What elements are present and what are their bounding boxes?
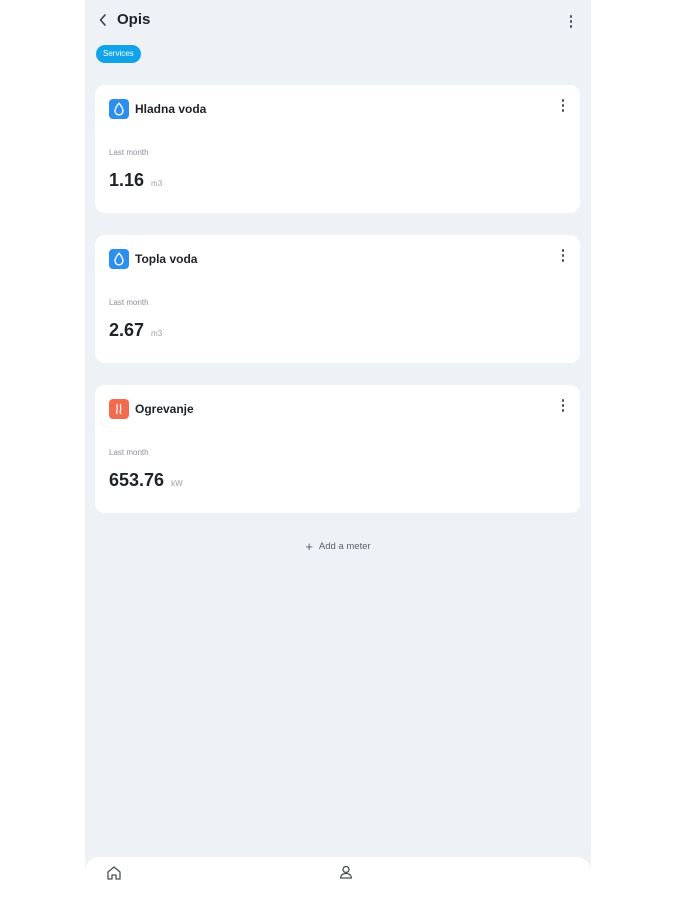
meter-name: Ogrevanje: [135, 402, 194, 416]
plus-icon: +: [305, 539, 313, 554]
period-label: Last month: [109, 148, 149, 157]
add-meter-button[interactable]: + Add a meter: [85, 540, 591, 553]
card-more-options-icon[interactable]: [558, 99, 568, 115]
page: Opis Serviсes Hladna voda Last month 1.1…: [0, 0, 675, 900]
back-arrow-icon[interactable]: [95, 11, 111, 29]
more-options-icon[interactable]: [567, 15, 575, 31]
services-tag[interactable]: Serviсes: [96, 45, 141, 63]
profile-icon[interactable]: [337, 863, 355, 881]
meter-card-topla-voda[interactable]: Topla voda Last month 2.67 m3: [95, 235, 580, 363]
meter-value: 653.76: [109, 470, 165, 490]
meter-name: Hladna voda: [135, 102, 207, 116]
period-label: Last month: [109, 448, 149, 457]
reading: 2.67 m3: [109, 320, 162, 341]
meter-card-ogrevanje[interactable]: Ogrevanje Last month 653.76 kW: [95, 385, 580, 513]
header: Opis: [85, 0, 591, 42]
app-screen: Opis Serviсes Hladna voda Last month 1.1…: [85, 0, 591, 900]
water-drop-icon: [109, 249, 129, 269]
card-more-options-icon[interactable]: [558, 249, 568, 265]
reading: 1.16 m3: [109, 170, 162, 191]
page-title: Opis: [117, 11, 151, 28]
meter-value: 1.16: [109, 170, 145, 190]
meter-name: Topla voda: [135, 252, 198, 266]
water-drop-icon: [109, 99, 129, 119]
heating-icon: [109, 399, 129, 419]
bottom-navigation: [85, 857, 591, 900]
meter-unit: m3: [151, 329, 163, 338]
meter-unit: m3: [151, 179, 163, 188]
card-more-options-icon[interactable]: [558, 399, 568, 415]
add-meter-label: Add a meter: [318, 541, 371, 552]
period-label: Last month: [109, 298, 149, 307]
reading: 653.76 kW: [109, 470, 183, 491]
meter-value: 2.67: [109, 320, 145, 340]
home-icon[interactable]: [105, 864, 123, 882]
meter-unit: kW: [171, 479, 183, 488]
meter-card-hladna-voda[interactable]: Hladna voda Last month 1.16 m3: [95, 85, 580, 213]
